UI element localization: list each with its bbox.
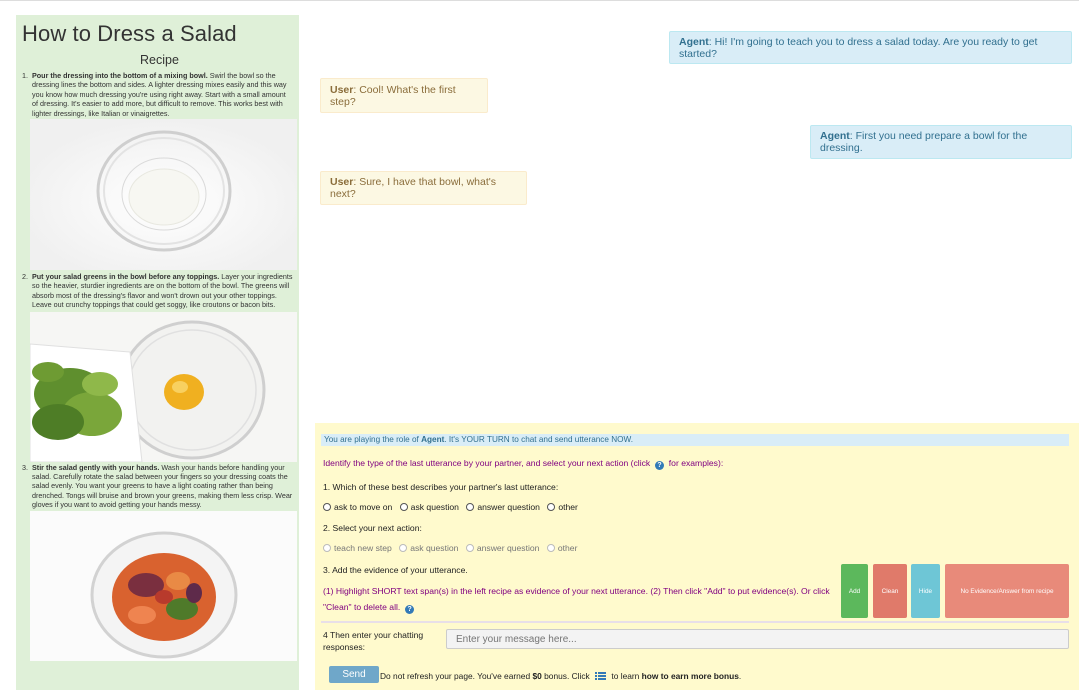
- recipe-panel: How to Dress a Salad Recipe 1. Pour the …: [16, 15, 299, 690]
- radio-circle-icon[interactable]: [399, 503, 408, 511]
- radio-circle-icon[interactable]: [547, 503, 556, 511]
- radio-circle-icon[interactable]: [466, 503, 475, 511]
- step-heading[interactable]: Pour the dressing into the bottom of a m…: [32, 71, 208, 80]
- footer-note: Do not refresh your page. You've earned …: [380, 671, 741, 681]
- recipe-subtitle: Recipe: [140, 53, 179, 67]
- option-label: other: [558, 502, 578, 512]
- identify-text: Identify the type of the last utterance …: [323, 458, 651, 468]
- identify-text-post: for examples):: [668, 458, 724, 468]
- option-label: other: [557, 543, 578, 553]
- step-number: 2.: [22, 272, 28, 282]
- radio-circle-icon[interactable]: [323, 503, 331, 511]
- question-3-label: 3. Add the evidence of your utterance.: [323, 565, 468, 575]
- role-name: Agent: [421, 435, 445, 444]
- step-number: 3.: [22, 462, 28, 472]
- message-text: : First you need prepare a bowl for the …: [820, 130, 1028, 154]
- radio-circle-icon[interactable]: [546, 544, 555, 552]
- option-label: answer question: [477, 502, 540, 512]
- radio-teach-new-step[interactable]: teach new step: [323, 543, 392, 553]
- radio-other[interactable]: other: [547, 502, 578, 512]
- radio-ask-to-move-on[interactable]: ask to move on: [323, 502, 392, 512]
- greens-in-bowl-image: [30, 311, 297, 462]
- role-text: You are playing the role of: [324, 435, 422, 444]
- footer-text-mid: bonus. Click: [541, 671, 590, 681]
- action-panel: You are playing the role of Agent. It's …: [315, 423, 1079, 690]
- bonus-amount: $0: [532, 671, 542, 681]
- radio-circle-icon[interactable]: [399, 544, 408, 552]
- no-evidence-button[interactable]: No Evidence/Answer from recipe: [945, 564, 1069, 618]
- question-1-options: ask to move on ask question answer quest…: [323, 502, 583, 512]
- role-banner: You are playing the role of Agent. It's …: [321, 434, 1069, 446]
- recipe-step-2[interactable]: 2. Put your salad greens in the bowl bef…: [20, 272, 299, 310]
- identify-instructions: Identify the type of the last utterance …: [323, 458, 723, 470]
- radio-ask-question-action[interactable]: ask question: [399, 543, 458, 553]
- option-label: ask question: [410, 543, 459, 553]
- step-number: 1.: [22, 71, 28, 80]
- add-button[interactable]: Add: [841, 564, 868, 618]
- question-4-label: 4 Then enter your chatting responses:: [323, 630, 424, 652]
- recipe-title: How to Dress a Salad: [22, 21, 237, 46]
- option-label: ask to move on: [334, 502, 393, 512]
- hide-button[interactable]: Hide: [911, 564, 940, 618]
- chat-message-agent: Agent: First you need prepare a bowl for…: [810, 125, 1072, 159]
- radio-circle-icon[interactable]: [465, 544, 474, 552]
- send-button[interactable]: Send: [329, 666, 379, 683]
- message-text: : Sure, I have that bowl, what's next?: [330, 176, 497, 200]
- footer-text: Do not refresh your page. You've earned: [380, 671, 533, 681]
- help-icon[interactable]: ?: [405, 605, 415, 614]
- clean-button[interactable]: Clean: [873, 564, 907, 618]
- divider: [321, 621, 1069, 623]
- radio-answer-question[interactable]: answer question: [466, 502, 540, 512]
- step-heading[interactable]: Stir the salad gently with your hands.: [32, 463, 159, 472]
- radio-answer-question-action[interactable]: answer question: [465, 543, 540, 553]
- help-icon[interactable]: ?: [655, 461, 664, 470]
- option-label: answer question: [476, 543, 540, 553]
- earn-bonus-link[interactable]: how to earn more bonus: [642, 671, 739, 681]
- footer-text-end: .: [738, 671, 742, 681]
- speaker-label: Agent: [679, 35, 709, 48]
- radio-circle-icon[interactable]: [323, 544, 331, 552]
- chat-message-agent: Agent: Hi! I'm going to teach you to dre…: [669, 31, 1072, 64]
- option-label: ask question: [410, 502, 459, 512]
- chat-message-user: User: Sure, I have that bowl, what's nex…: [320, 171, 527, 205]
- speaker-label: User: [330, 83, 354, 96]
- evidence-help-text: (1) Highlight SHORT text span(s) in the …: [323, 586, 830, 612]
- footer-text-mid2: to learn: [611, 671, 642, 681]
- question-1-label: 1. Which of these best describes your pa…: [323, 482, 559, 492]
- step-heading[interactable]: Put your salad greens in the bowl before…: [32, 272, 219, 281]
- option-label: teach new step: [334, 543, 392, 553]
- radio-other-action[interactable]: other: [546, 543, 578, 553]
- question-2-label: 2. Select your next action:: [323, 523, 422, 533]
- empty-bowl-image: [30, 119, 297, 271]
- question-2-options: teach new step ask question answer quest…: [323, 543, 582, 553]
- chat-message-user: User: Cool! What's the first step?: [320, 78, 488, 113]
- speaker-label: Agent: [820, 130, 850, 142]
- message-input[interactable]: [446, 629, 1069, 649]
- recipe-step-1[interactable]: 1. Pour the dressing into the bottom of …: [20, 71, 299, 118]
- list-icon[interactable]: [595, 672, 607, 680]
- evidence-help: (1) Highlight SHORT text span(s) in the …: [323, 583, 831, 615]
- role-text-post: . It's YOUR TURN to chat and send uttera…: [444, 435, 634, 444]
- recipe-step-3[interactable]: 3. Stir the salad gently with your hands…: [20, 463, 299, 510]
- message-text: : Hi! I'm going to teach you to dress a …: [679, 35, 1038, 60]
- speaker-label: User: [330, 176, 354, 188]
- radio-ask-question[interactable]: ask question: [399, 502, 459, 512]
- stirred-salad-image: [30, 510, 297, 661]
